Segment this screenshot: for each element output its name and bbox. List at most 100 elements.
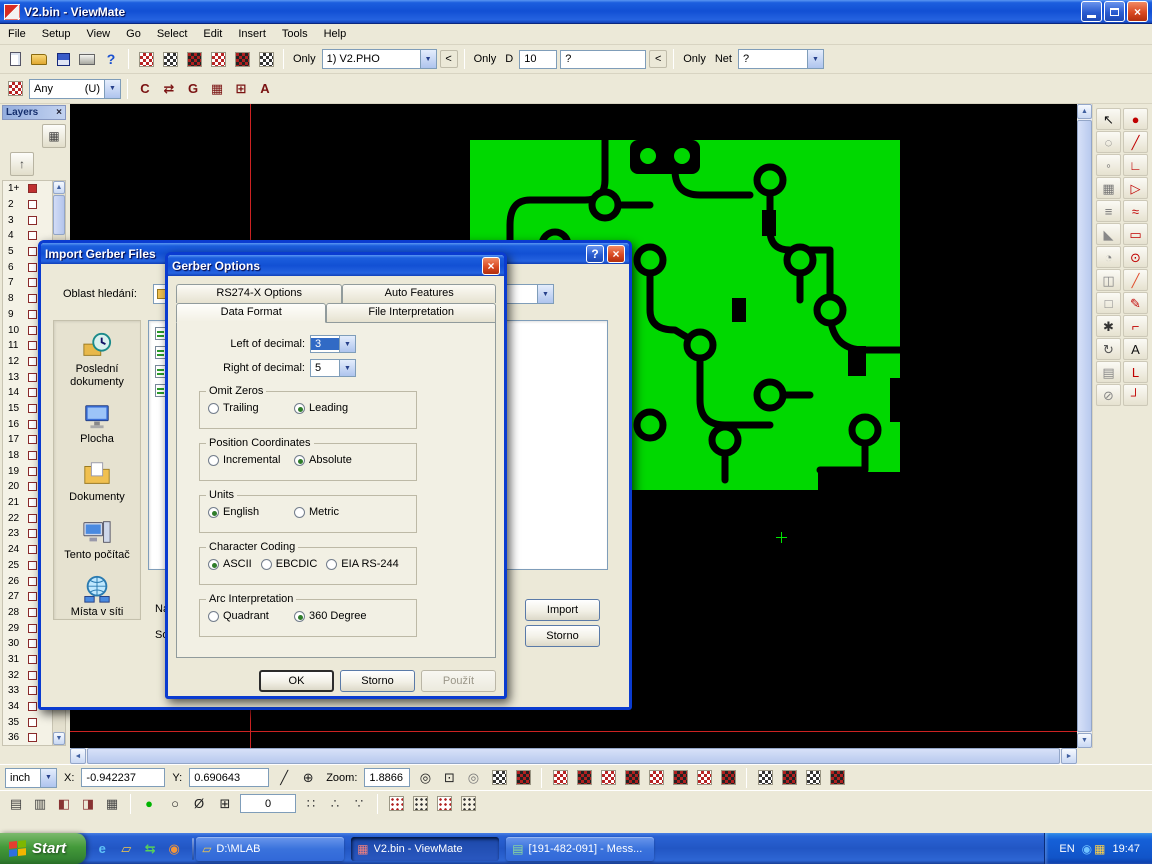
apply-button[interactable]: Použít [421,670,496,692]
layer-color-swatch[interactable] [28,294,37,303]
close-icon[interactable]: × [56,107,62,118]
layer-color-swatch[interactable] [28,577,37,586]
tab-auto-features[interactable]: Auto Features [342,284,496,303]
dcode-input[interactable]: 10 [519,50,557,69]
layer-color-swatch[interactable] [28,608,37,617]
clock[interactable]: 19:47 [1112,843,1140,855]
layer-color-swatch[interactable] [28,420,37,429]
place-documents[interactable]: Dokumenty [55,459,139,504]
chevron-down-icon[interactable] [104,80,120,98]
task-message-button[interactable]: ▤ [191-482-091] - Mess... [506,837,654,861]
sheet-icon[interactable]: ◧ [53,793,75,815]
slash-zero-tool-icon[interactable]: ⊘ [1096,384,1121,406]
help-button[interactable]: ? [586,245,604,263]
zoom-field[interactable]: 1.8866 [364,768,410,787]
dcode-filter-input[interactable]: ? [560,50,646,69]
place-my-computer[interactable]: Tento počítač [55,517,139,562]
dcode-swatch-icon[interactable] [717,767,739,789]
layer-color-swatch[interactable] [28,451,37,460]
radio-leading[interactable]: Leading [294,402,348,414]
scroll-down-icon[interactable] [1077,733,1092,748]
left-of-decimal-select[interactable]: 3 [310,335,356,353]
pad-pattern-icon[interactable] [385,793,407,815]
place-desktop[interactable]: Plocha [55,401,139,446]
aperture-a-tool-icon[interactable]: A [254,78,276,100]
pad-pattern-icon[interactable] [433,793,455,815]
highlight-dot-icon[interactable]: ● [138,793,160,815]
scrollbar-thumb[interactable] [87,748,1060,764]
circle-select-icon[interactable]: ○ [164,793,186,815]
scroll-up-icon[interactable] [53,181,65,194]
zoom-window-icon[interactable]: ⊡ [438,767,460,789]
layer-color-swatch[interactable] [28,216,37,225]
net-select[interactable]: ? [738,49,824,69]
file-select[interactable]: 1) V2.PHO [322,49,437,69]
tray-keyboard-icon[interactable]: ▦ [1094,842,1105,856]
quarter-circle-tool-icon[interactable]: ◔ [1096,246,1121,268]
layer-color-swatch[interactable] [28,733,37,742]
corner-draw-tool-icon[interactable]: ⌐ [1123,315,1148,337]
language-indicator[interactable]: EN [1059,843,1074,855]
dcode-swatch-icon[interactable] [549,767,571,789]
layer-color-swatch[interactable] [28,278,37,287]
layer-color-swatch[interactable] [28,624,37,633]
slash-circle-icon[interactable]: Ø [188,793,210,815]
scanlines-tool-icon[interactable]: ≡ [1096,200,1121,222]
layer-color-swatch[interactable] [28,702,37,711]
menu-item[interactable]: File [0,25,34,43]
dcode-swatch-icon[interactable] [597,767,619,789]
layer-color-swatch[interactable] [28,482,37,491]
tray-messenger-icon[interactable]: ◉ [1082,842,1092,856]
layer-swatch-icon[interactable] [754,767,776,789]
menu-item[interactable]: Go [118,25,149,43]
layer-color-swatch[interactable] [28,326,37,335]
zoom-in-icon[interactable]: ◎ [414,767,436,789]
layer-color-swatch[interactable] [28,529,37,538]
aperture-swap-tool-icon[interactable]: ⇄ [158,78,180,100]
chevron-down-icon[interactable] [339,336,355,352]
layer-swatch-icon[interactable] [778,767,800,789]
aperture-grid-tool-icon[interactable]: ▦ [206,78,228,100]
radio-eia-rs244[interactable]: EIA RS-244 [326,558,398,570]
scroll-right-icon[interactable] [1061,748,1077,764]
net-grid-icon[interactable] [255,48,277,70]
dcode-swatch-icon[interactable] [693,767,715,789]
layer-color-swatch[interactable] [28,231,37,240]
tab-file-interpretation[interactable]: File Interpretation [326,303,496,323]
layer-color-swatch[interactable] [28,592,37,601]
aperture-c-tool-icon[interactable]: C [134,78,156,100]
layer-swatch-icon[interactable] [802,767,824,789]
layer-color-swatch[interactable] [28,639,37,648]
radio-incremental[interactable]: Incremental [208,454,294,466]
scrollbar-thumb[interactable] [53,195,65,235]
scroll-left-icon[interactable] [70,748,86,764]
dashed-box-tool-icon[interactable]: □ [1096,292,1121,314]
layer-color-swatch[interactable] [28,671,37,680]
sheet-icon[interactable]: ▦ [101,793,123,815]
layer-color-swatch[interactable] [28,310,37,319]
circle-pad-tool-icon[interactable]: ⊙ [1123,246,1148,268]
only-file-toggle[interactable]: Only [290,53,319,65]
flash-mode-icon[interactable] [183,48,205,70]
dcode-swatch-icon[interactable] [573,767,595,789]
x-coordinate-field[interactable]: -0.942237 [81,768,165,787]
radio-absolute[interactable]: Absolute [294,454,352,466]
minimize-button[interactable] [1081,1,1102,22]
layer-grid-button[interactable]: ▦ [42,124,66,148]
restore-button[interactable] [1104,1,1125,22]
browser-launch-icon[interactable]: ◉ [164,839,184,859]
layer-swatch-icon[interactable] [826,767,848,789]
dcode-swatch-icon[interactable] [621,767,643,789]
bracket-tool-icon[interactable]: ┘ [1123,384,1148,406]
chevron-down-icon[interactable] [807,50,823,68]
layer-color-swatch[interactable] [28,357,37,366]
layer-color-swatch[interactable] [28,561,37,570]
dots-view-icon[interactable] [512,767,534,789]
layer-color-swatch[interactable] [28,435,37,444]
menu-item[interactable]: Tools [274,25,316,43]
scroll-up-icon[interactable] [1077,104,1092,119]
point-tool-icon[interactable]: ◦ [1096,154,1121,176]
macro-mode-icon[interactable] [231,48,253,70]
rect-draw-tool-icon[interactable]: ▭ [1123,223,1148,245]
line-draw-tool-icon[interactable]: ╱ [1123,131,1148,153]
